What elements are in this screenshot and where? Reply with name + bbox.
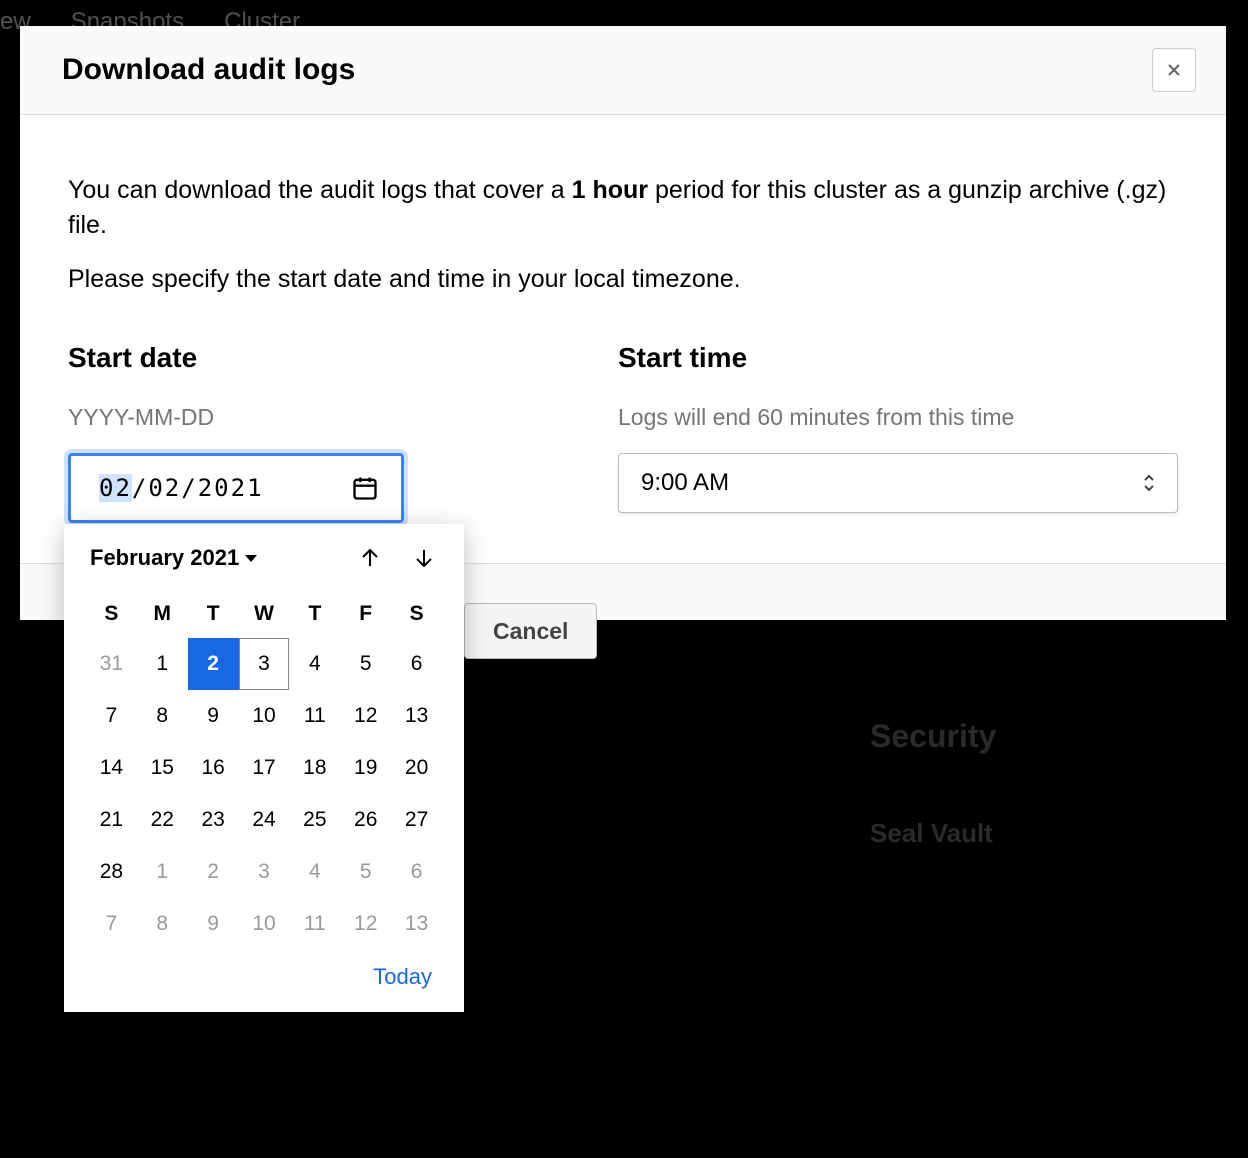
cancel-button[interactable]: Cancel: [464, 603, 597, 659]
day-cell[interactable]: 19: [340, 742, 391, 794]
day-cell[interactable]: 3: [239, 638, 290, 690]
modal-body: You can download the audit logs that cov…: [20, 115, 1226, 563]
datepicker-footer: Today: [86, 950, 442, 994]
day-cell[interactable]: 5: [340, 846, 391, 898]
date-day-segment: 02: [148, 474, 181, 502]
day-cell[interactable]: 14: [86, 742, 137, 794]
today-link[interactable]: Today: [373, 964, 432, 989]
day-cell[interactable]: 27: [391, 794, 442, 846]
day-cell[interactable]: 9: [188, 690, 239, 742]
day-cell[interactable]: 11: [289, 898, 340, 950]
start-date-column: Start date YYYY-MM-DD 02/02/2021: [68, 342, 598, 523]
day-cell[interactable]: 17: [239, 742, 290, 794]
day-cell[interactable]: 12: [340, 690, 391, 742]
day-cell[interactable]: 6: [391, 638, 442, 690]
day-cell[interactable]: 31: [86, 638, 137, 690]
day-cell[interactable]: 24: [239, 794, 290, 846]
prev-month-button[interactable]: [356, 544, 384, 572]
day-cell[interactable]: 1: [137, 638, 188, 690]
start-date-hint: YYYY-MM-DD: [68, 404, 598, 431]
day-cell[interactable]: 3: [239, 846, 290, 898]
next-month-button[interactable]: [410, 544, 438, 572]
day-cell[interactable]: 25: [289, 794, 340, 846]
day-cell[interactable]: 22: [137, 794, 188, 846]
day-cell[interactable]: 28: [86, 846, 137, 898]
day-cell[interactable]: 8: [137, 898, 188, 950]
day-cell[interactable]: 15: [137, 742, 188, 794]
date-month-segment: 02: [99, 474, 132, 502]
instruction-text: Please specify the start date and time i…: [68, 265, 1178, 294]
datepicker-header: February 2021: [86, 544, 442, 572]
day-cell[interactable]: 7: [86, 690, 137, 742]
day-cell[interactable]: 4: [289, 846, 340, 898]
close-button[interactable]: [1152, 48, 1196, 92]
month-year-label: February 2021: [90, 545, 239, 571]
dow-cell: T: [188, 590, 239, 638]
day-cell[interactable]: 20: [391, 742, 442, 794]
arrow-down-icon: [412, 546, 436, 570]
start-date-input[interactable]: 02/02/2021: [68, 453, 404, 523]
calendar-icon[interactable]: [351, 474, 379, 502]
start-time-column: Start time Logs will end 60 minutes from…: [618, 342, 1178, 523]
datepicker-days-grid: 3112345678910111213141516171819202122232…: [86, 638, 442, 950]
day-cell[interactable]: 23: [188, 794, 239, 846]
start-date-label: Start date: [68, 342, 598, 374]
bg-seal-vault: Seal Vault: [870, 818, 993, 849]
start-date-value: 02/02/2021: [99, 474, 264, 502]
day-cell[interactable]: 16: [188, 742, 239, 794]
day-cell[interactable]: 2: [188, 638, 239, 690]
date-year-segment: 2021: [198, 474, 264, 502]
caret-down-icon: [245, 555, 257, 562]
start-time-label: Start time: [618, 342, 1178, 374]
datepicker-nav: [356, 544, 438, 572]
form-row: Start date YYYY-MM-DD 02/02/2021: [68, 342, 1178, 523]
datepicker-dow-row: SMTWTFS: [86, 590, 442, 638]
day-cell[interactable]: 12: [340, 898, 391, 950]
arrow-up-icon: [358, 546, 382, 570]
day-cell[interactable]: 11: [289, 690, 340, 742]
day-cell[interactable]: 13: [391, 690, 442, 742]
month-year-selector[interactable]: February 2021: [90, 545, 257, 571]
day-cell[interactable]: 5: [340, 638, 391, 690]
modal-title: Download audit logs: [62, 53, 355, 87]
dow-cell: M: [137, 590, 188, 638]
dow-cell: T: [289, 590, 340, 638]
day-cell[interactable]: 13: [391, 898, 442, 950]
start-time-hint: Logs will end 60 minutes from this time: [618, 404, 1178, 431]
intro-bold: 1 hour: [572, 176, 648, 204]
start-time-select[interactable]: 9:00 AM: [618, 453, 1178, 513]
intro-prefix: You can download the audit logs that cov…: [68, 176, 572, 204]
day-cell[interactable]: 10: [239, 690, 290, 742]
day-cell[interactable]: 21: [86, 794, 137, 846]
start-time-value: 9:00 AM: [641, 469, 729, 497]
bg-security-heading: Security: [870, 718, 996, 755]
dow-cell: F: [340, 590, 391, 638]
day-cell[interactable]: 6: [391, 846, 442, 898]
day-cell[interactable]: 7: [86, 898, 137, 950]
day-cell[interactable]: 4: [289, 638, 340, 690]
close-icon: [1164, 60, 1184, 80]
day-cell[interactable]: 9: [188, 898, 239, 950]
datepicker-popover: February 2021 SMTWTFS 311234567891011121…: [64, 524, 464, 1012]
day-cell[interactable]: 1: [137, 846, 188, 898]
select-arrows-icon: [1141, 472, 1157, 494]
modal-header: Download audit logs: [20, 26, 1226, 115]
dow-cell: S: [391, 590, 442, 638]
intro-text: You can download the audit logs that cov…: [68, 173, 1178, 243]
day-cell[interactable]: 10: [239, 898, 290, 950]
footer-buttons: Cancel: [464, 603, 597, 659]
dow-cell: S: [86, 590, 137, 638]
start-date-input-wrapper: 02/02/2021: [68, 453, 404, 523]
day-cell[interactable]: 8: [137, 690, 188, 742]
day-cell[interactable]: 18: [289, 742, 340, 794]
day-cell[interactable]: 26: [340, 794, 391, 846]
day-cell[interactable]: 2: [188, 846, 239, 898]
dow-cell: W: [239, 590, 290, 638]
